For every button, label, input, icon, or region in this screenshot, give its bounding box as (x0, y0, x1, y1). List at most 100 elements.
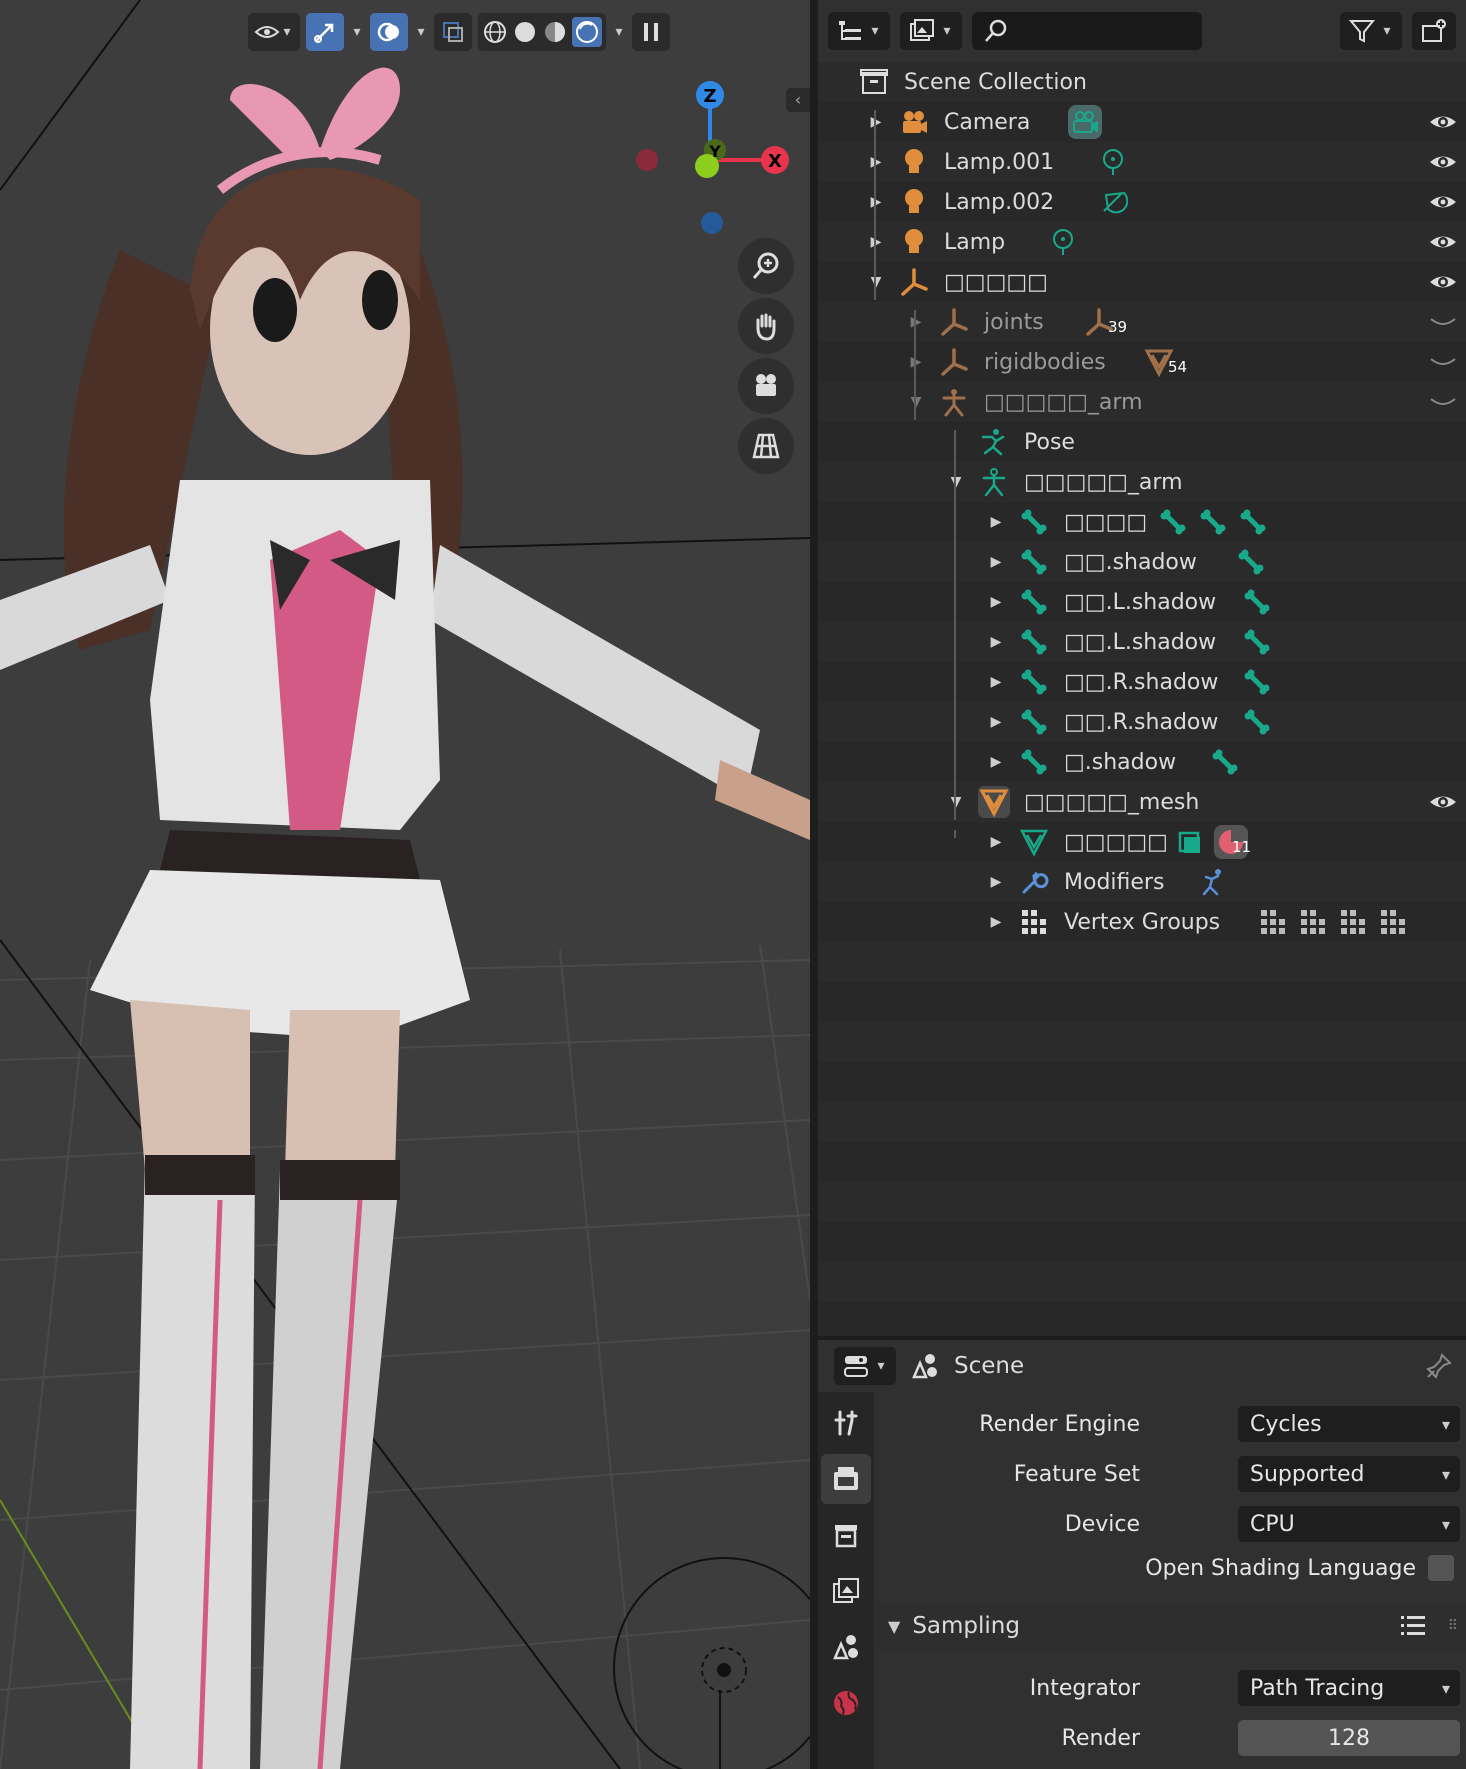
pin-icon[interactable] (1424, 1351, 1454, 1381)
expand-arrow-icon[interactable]: ▶ (988, 674, 1004, 690)
tree-row-camera[interactable]: ▶ Camera (818, 102, 1466, 142)
tree-row-bone[interactable]: ▶ □□.L.shadow (818, 622, 1466, 662)
visibility-eye-icon[interactable] (1428, 107, 1458, 137)
collapse-arrow-icon[interactable]: ▼ (868, 274, 884, 290)
vertex-group-child-icon[interactable] (1258, 907, 1288, 937)
vertex-group-child-icon[interactable] (1378, 907, 1408, 937)
bone-child-icon[interactable] (1242, 707, 1272, 737)
pan-tool-button[interactable] (738, 298, 794, 354)
collapse-arrow-icon[interactable]: ▼ (948, 474, 964, 490)
integrator-dropdown[interactable]: Path Tracing ▾ (1238, 1670, 1460, 1706)
tab-view-layer[interactable] (821, 1566, 871, 1616)
display-mode-button[interactable]: ▾ (900, 12, 962, 50)
filter-button[interactable]: ▾ (1340, 12, 1402, 50)
tree-row-lamp-002[interactable]: ▶ Lamp.002 (818, 182, 1466, 222)
expand-arrow-icon[interactable]: ▶ (908, 314, 924, 330)
rendered-shading-button[interactable] (572, 17, 602, 47)
osl-checkbox[interactable] (1428, 1555, 1454, 1581)
tab-output[interactable] (821, 1510, 871, 1560)
tab-world[interactable] (821, 1678, 871, 1728)
armature-modifier-icon[interactable] (1198, 867, 1228, 897)
visibility-eye-icon[interactable] (1428, 787, 1458, 817)
tree-row-lamp[interactable]: ▶ Lamp (818, 222, 1466, 262)
expand-arrow-icon[interactable]: ▶ (988, 834, 1004, 850)
tree-row-bone[interactable]: ▶ □□.R.shadow (818, 662, 1466, 702)
hidden-eye-icon[interactable] (1428, 387, 1458, 417)
tree-row-armature-data[interactable]: ▼ □□□□□_arm (818, 462, 1466, 502)
point-light-data-icon[interactable] (1098, 147, 1128, 177)
expand-arrow-icon[interactable]: ▶ (868, 234, 884, 250)
expand-arrow-icon[interactable]: ▶ (988, 554, 1004, 570)
visibility-eye-icon[interactable] (1428, 147, 1458, 177)
tree-row-scene-collection[interactable]: Scene Collection (818, 62, 1466, 102)
tree-row-model-root[interactable]: ▼ □□□□□ (818, 262, 1466, 302)
shading-dropdown-caret-icon[interactable]: ▾ (612, 24, 626, 40)
sidebar-toggle-arrow-icon[interactable]: ‹ (786, 88, 810, 112)
expand-arrow-icon[interactable]: ▶ (988, 634, 1004, 650)
hidden-eye-icon[interactable] (1428, 347, 1458, 377)
zoom-tool-button[interactable] (738, 238, 794, 294)
shape-key-icon[interactable] (1174, 827, 1204, 857)
neg-z-axis-handle[interactable] (701, 212, 723, 234)
xray-toggle-button[interactable] (434, 13, 472, 51)
visibility-eye-icon[interactable] (1428, 227, 1458, 257)
sampling-panel-header[interactable]: ▼ Sampling ⠿ (874, 1602, 1466, 1650)
expand-arrow-icon[interactable]: ▶ (868, 154, 884, 170)
solid-shading-icon[interactable] (512, 19, 538, 45)
tree-row-mesh-data[interactable]: ▶ □□□□□ 11 (818, 822, 1466, 862)
bone-child-icon[interactable] (1236, 547, 1266, 577)
render-engine-dropdown[interactable]: Cycles ▾ (1238, 1406, 1460, 1442)
point-light-data-icon[interactable] (1048, 227, 1078, 257)
bone-child-icon[interactable] (1198, 507, 1228, 537)
tree-row-bone[interactable]: ▶ □□□□ (818, 502, 1466, 542)
bone-child-icon[interactable] (1238, 507, 1268, 537)
neg-x-axis-handle[interactable] (636, 149, 658, 171)
expand-arrow-icon[interactable]: ▶ (988, 874, 1004, 890)
gizmo-toggle-button[interactable] (306, 13, 344, 51)
gizmo-dropdown-caret-icon[interactable]: ▾ (350, 24, 364, 40)
device-dropdown[interactable]: CPU ▾ (1238, 1506, 1460, 1542)
overlays-dropdown-caret-icon[interactable]: ▾ (414, 24, 428, 40)
wireframe-shading-icon[interactable] (482, 19, 508, 45)
expand-arrow-icon[interactable]: ▶ (988, 514, 1004, 530)
tree-row-modifiers[interactable]: ▶ Modifiers (818, 862, 1466, 902)
editor-type-button[interactable]: ▾ (828, 12, 890, 50)
hidden-eye-icon[interactable] (1428, 307, 1458, 337)
3d-viewport[interactable]: ▾ ▾ ▾ ▾ Z X Y ‹ (0, 0, 810, 1769)
tree-row-bone[interactable]: ▶ □□.shadow (818, 542, 1466, 582)
sun-light-data-icon[interactable] (1098, 187, 1128, 217)
new-collection-button[interactable] (1412, 12, 1456, 50)
bone-child-icon[interactable] (1210, 747, 1240, 777)
expand-arrow-icon[interactable]: ▶ (988, 914, 1004, 930)
tab-render[interactable] (821, 1454, 871, 1504)
tree-row-bone[interactable]: ▶ □.shadow (818, 742, 1466, 782)
overlays-toggle-button[interactable] (370, 13, 408, 51)
camera-view-button[interactable] (738, 358, 794, 414)
vertex-group-child-icon[interactable] (1298, 907, 1328, 937)
tab-scene[interactable] (821, 1622, 871, 1672)
pause-render-button[interactable] (632, 13, 670, 51)
tree-row-mesh-object[interactable]: ▼ □□□□□_mesh (818, 782, 1466, 822)
collapse-arrow-icon[interactable]: ▼ (908, 394, 924, 410)
expand-arrow-icon[interactable]: ▶ (988, 594, 1004, 610)
visibility-eye-icon[interactable] (1428, 187, 1458, 217)
vertex-group-child-icon[interactable] (1338, 907, 1368, 937)
bone-child-icon[interactable] (1242, 667, 1272, 697)
tree-row-vertex-groups[interactable]: ▶ Vertex Groups (818, 902, 1466, 942)
visibility-selectability-button[interactable]: ▾ (248, 13, 300, 51)
outliner-search-input[interactable] (972, 12, 1202, 50)
expand-arrow-icon[interactable]: ▶ (868, 194, 884, 210)
bone-child-icon[interactable] (1158, 507, 1188, 537)
feature-set-dropdown[interactable]: Supported ▾ (1238, 1456, 1460, 1492)
bone-child-icon[interactable] (1242, 627, 1272, 657)
presets-list-icon[interactable] (1398, 1611, 1428, 1641)
collapse-arrow-icon[interactable]: ▼ (948, 794, 964, 810)
bone-child-icon[interactable] (1242, 587, 1272, 617)
expand-arrow-icon[interactable]: ▶ (908, 354, 924, 370)
tree-row-lamp-001[interactable]: ▶ Lamp.001 (818, 142, 1466, 182)
expand-arrow-icon[interactable]: ▶ (988, 754, 1004, 770)
visibility-eye-icon[interactable] (1428, 267, 1458, 297)
camera-data-icon[interactable] (1068, 105, 1102, 139)
perspective-toggle-button[interactable] (738, 418, 794, 474)
navigation-gizmo[interactable]: Z X Y (625, 70, 805, 250)
